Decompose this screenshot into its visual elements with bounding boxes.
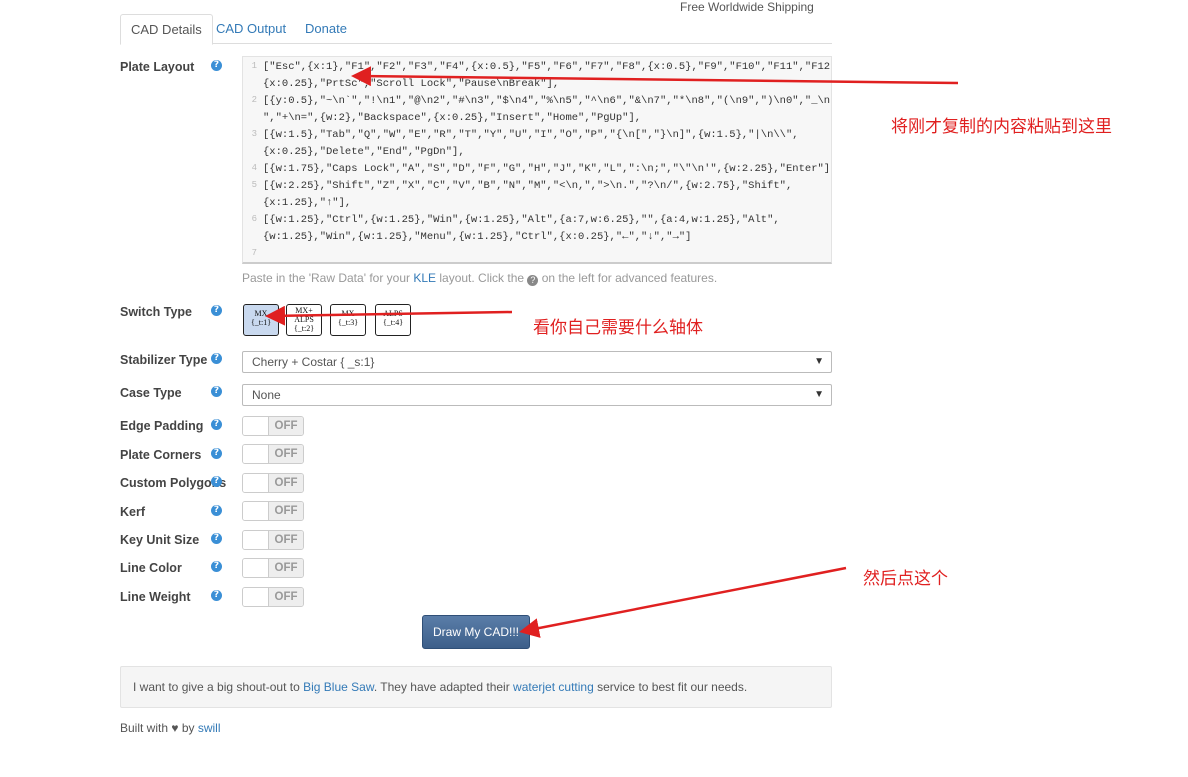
switch-type-help-icon[interactable]: ?: [211, 305, 222, 316]
free-shipping-text: Free Worldwide Shipping: [680, 0, 814, 14]
edge-padding-help-icon[interactable]: ?: [211, 419, 222, 430]
question-icon: ?: [527, 275, 539, 286]
edge-padding-toggle[interactable]: OFF: [242, 416, 304, 436]
key-unit-size-help-icon[interactable]: ?: [211, 533, 222, 544]
plate-layout-help-icon[interactable]: ?: [211, 60, 222, 71]
stabilizer-type-label: Stabilizer Type: [120, 353, 208, 367]
key-unit-size-toggle[interactable]: OFF: [242, 530, 304, 550]
annotation-paste-here: 将刚才复制的内容粘贴到这里: [891, 117, 1112, 137]
big-blue-saw-link[interactable]: Big Blue Saw: [303, 680, 374, 694]
custom-polygons-help-icon[interactable]: ?: [211, 476, 222, 487]
shoutout-panel: I want to give a big shout-out to Big Bl…: [120, 666, 832, 708]
line-weight-help-icon[interactable]: ?: [211, 590, 222, 601]
stabilizer-type-help-icon[interactable]: ?: [211, 353, 222, 364]
tab-donate[interactable]: Donate: [295, 14, 357, 44]
line-color-toggle[interactable]: OFF: [242, 558, 304, 578]
annotation-choose-switch: 看你自己需要什么轴体: [533, 318, 703, 338]
kerf-toggle[interactable]: OFF: [242, 501, 304, 521]
tab-bar: CAD Details CAD Output Donate: [120, 14, 832, 45]
switch-option-alps[interactable]: ALPS {_t:4}: [375, 304, 411, 336]
switch-option-mx[interactable]: MX {_t:1}: [243, 304, 279, 336]
switch-option-mx-alt[interactable]: MX {_t:3}: [330, 304, 366, 336]
annotation-then-click: 然后点这个: [863, 569, 948, 589]
plate-layout-label: Plate Layout: [120, 60, 195, 74]
line-color-label: Line Color: [120, 561, 182, 575]
kerf-help-icon[interactable]: ?: [211, 505, 222, 516]
case-type-select[interactable]: None ▼: [242, 384, 832, 406]
switch-option-mx-alps[interactable]: MX+ ALPS {_t:2}: [286, 304, 322, 336]
kle-link[interactable]: KLE: [413, 271, 436, 285]
line-weight-label: Line Weight: [120, 590, 191, 604]
arrow-to-draw-button: [519, 566, 847, 638]
swill-link[interactable]: swill: [198, 721, 221, 735]
line-color-help-icon[interactable]: ?: [211, 561, 222, 572]
plate-corners-toggle[interactable]: OFF: [242, 444, 304, 464]
plate-layout-hint: Paste in the 'Raw Data' for your KLE lay…: [242, 271, 718, 286]
plate-layout-editor[interactable]: 1 ["Esc",{x:1},"F1","F2","F3","F4",{x:0.5…: [242, 56, 832, 264]
stabilizer-type-select[interactable]: Cherry + Costar { _s:1} ▼: [242, 351, 832, 373]
edge-padding-label: Edge Padding: [120, 419, 204, 433]
switch-type-label: Switch Type: [120, 305, 193, 319]
kerf-label: Kerf: [120, 505, 146, 519]
caret-down-icon: ▼: [814, 389, 824, 400]
plate-corners-label: Plate Corners: [120, 448, 202, 462]
custom-polygons-toggle[interactable]: OFF: [242, 473, 304, 493]
key-unit-size-label: Key Unit Size: [120, 533, 200, 547]
tab-cad-output[interactable]: CAD Output: [206, 14, 296, 44]
waterjet-cutting-link[interactable]: waterjet cutting: [513, 680, 594, 694]
draw-cad-button[interactable]: Draw My CAD!!!: [422, 615, 530, 649]
tab-cad-details[interactable]: CAD Details: [120, 14, 213, 45]
plate-corners-help-icon[interactable]: ?: [211, 448, 222, 459]
line-weight-toggle[interactable]: OFF: [242, 587, 304, 607]
case-type-help-icon[interactable]: ?: [211, 386, 222, 397]
case-type-label: Case Type: [120, 386, 182, 400]
caret-down-icon: ▼: [814, 356, 824, 367]
footer: Built with ♥ by swill: [120, 721, 221, 735]
